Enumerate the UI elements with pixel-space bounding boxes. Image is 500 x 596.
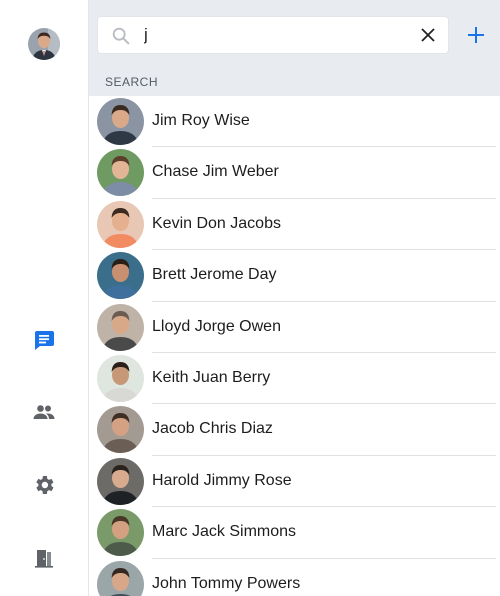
add-contact-button[interactable] xyxy=(461,20,491,50)
contact-name: Marc Jack Simmons xyxy=(152,523,297,541)
contact-row[interactable]: Marc Jack Simmons xyxy=(89,507,500,559)
contact-name: Keith Juan Berry xyxy=(152,368,271,386)
contact-row[interactable]: John Tommy Powers xyxy=(89,559,500,596)
contact-name: Brett Jerome Day xyxy=(152,266,277,284)
contact-avatar xyxy=(97,252,144,300)
contact-list: Jim Roy Wise Chase Jim Weber Kevin Don Jac… xyxy=(89,96,500,596)
contact-avatar xyxy=(97,98,144,145)
profile-avatar-image xyxy=(28,28,60,60)
contact-avatar xyxy=(97,149,144,197)
search-icon xyxy=(112,27,130,45)
search-box[interactable] xyxy=(97,16,449,54)
contact-avatar xyxy=(97,509,144,557)
search-input[interactable] xyxy=(144,23,404,47)
settings-gear-icon[interactable] xyxy=(31,472,57,498)
clear-search-icon[interactable] xyxy=(420,27,436,43)
contact-name: Chase Jim Weber xyxy=(152,163,279,181)
contact-row[interactable]: Jim Roy Wise xyxy=(89,96,500,148)
profile-avatar[interactable] xyxy=(28,28,60,60)
sidebar xyxy=(0,0,89,596)
chat-icon[interactable] xyxy=(31,327,57,353)
contact-row[interactable]: Kevin Don Jacobs xyxy=(89,199,500,251)
contact-name: Jacob Chris Diaz xyxy=(152,420,273,438)
contact-avatar xyxy=(97,354,144,402)
section-label: SEARCH xyxy=(105,75,159,89)
contact-row[interactable]: Harold Jimmy Rose xyxy=(89,456,500,508)
contact-row[interactable]: Lloyd Jorge Owen xyxy=(89,302,500,353)
contact-row[interactable]: Chase Jim Weber xyxy=(89,147,500,199)
contact-row[interactable]: Keith Juan Berry xyxy=(89,353,500,405)
exit-door-icon[interactable] xyxy=(31,545,57,571)
contact-avatar xyxy=(97,200,144,248)
contact-avatar xyxy=(97,457,144,505)
search-header: SEARCH xyxy=(89,0,500,96)
contact-name: Lloyd Jorge Owen xyxy=(152,317,281,335)
contact-avatar xyxy=(97,303,144,351)
contact-row[interactable]: Brett Jerome Day xyxy=(89,250,500,302)
contact-name: Kevin Don Jacobs xyxy=(152,214,281,232)
people-icon[interactable] xyxy=(31,399,57,425)
contact-name: John Tommy Powers xyxy=(152,574,301,592)
main-panel: SEARCH Jim Roy Wise Chase Jim Weber Kevin … xyxy=(89,0,500,596)
contact-avatar xyxy=(97,560,144,596)
contact-name: Harold Jimmy Rose xyxy=(152,471,292,489)
contact-avatar xyxy=(97,406,144,454)
contact-row[interactable]: Jacob Chris Diaz xyxy=(89,404,500,456)
contact-name: Jim Roy Wise xyxy=(152,112,250,129)
plus-icon xyxy=(468,27,484,43)
